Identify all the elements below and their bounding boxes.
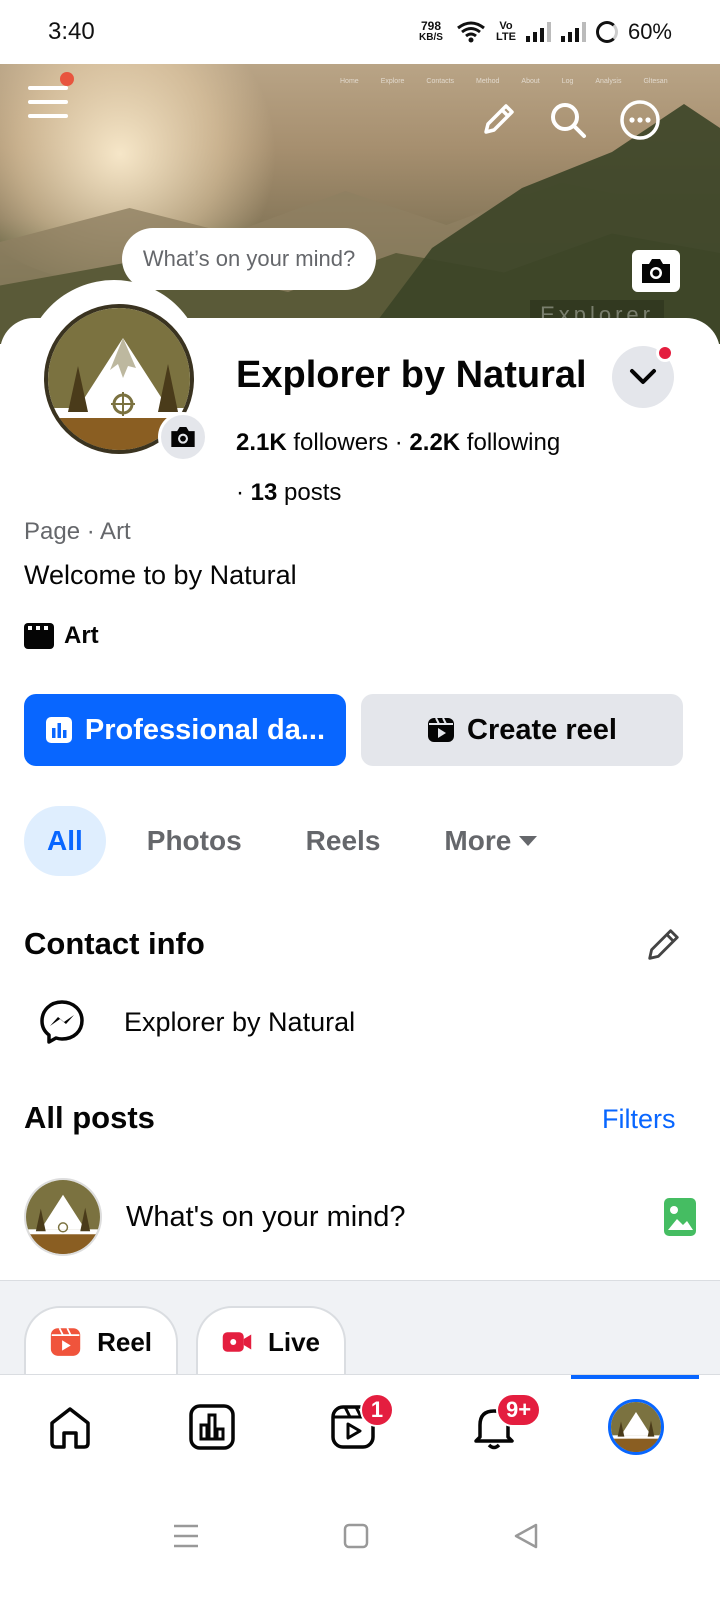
pencil-icon [648,929,679,960]
reel-chip-label: Reel [97,1326,152,1357]
professional-dashboard-label: Professional da... [84,713,326,746]
mountain-logo-icon [611,1402,661,1452]
cover-mind-bubble[interactable]: What’s on your mind? [122,228,376,290]
live-chip[interactable]: Live [196,1306,346,1376]
post-composer[interactable]: What's on your mind? [24,1178,696,1256]
page-title: Explorer by Natural [236,354,587,396]
edit-contact-button[interactable] [644,926,682,964]
caret-down-icon [519,836,538,846]
messenger-icon [40,1000,84,1044]
tab-photos[interactable]: Photos [124,806,265,876]
pencil-icon [484,104,514,134]
category-label: Art [64,622,99,649]
bottom-nav: 1 9+ [0,1374,720,1478]
status-time: 3:40 [48,18,95,45]
edit-cover-button[interactable] [476,98,520,142]
change-cover-button[interactable] [632,250,680,292]
messenger-contact-row[interactable]: Explorer by Natural [38,998,355,1046]
create-reel-button[interactable]: Create reel [361,694,683,766]
profile-avatar-small [608,1399,664,1455]
system-back-button[interactable] [506,1516,546,1556]
square-icon [343,1523,369,1549]
volte-icon: Vo LTE [495,20,516,43]
mountain-logo-icon [26,1180,100,1254]
camera-icon [642,259,670,283]
chevron-down-icon [630,369,656,384]
active-tab-indicator [571,1375,699,1379]
contact-info-heading: Contact info [24,926,205,961]
net-speed: 798 KB/S [419,19,443,43]
composer-placeholder[interactable]: What's on your mind? [126,1201,664,1234]
nav-home[interactable] [44,1401,96,1453]
reel-icon [428,717,455,742]
tab-reels[interactable]: Reels [283,806,404,876]
battery-percent: 60% [627,19,672,44]
signal-2-icon [560,22,586,42]
followers-count[interactable]: 2.1K [236,429,287,456]
menu-button[interactable] [26,80,70,124]
page-bio: Welcome to by Natural [24,560,297,590]
professional-dashboard-button[interactable]: Professional da... [24,694,346,766]
menu-lines-icon [174,1524,198,1548]
system-menu-button[interactable] [166,1516,206,1556]
reel-icon [50,1327,81,1356]
wifi-icon [457,21,485,43]
tab-more-label: More [444,825,512,856]
nav-profile[interactable] [606,1397,666,1457]
search-button[interactable] [546,98,590,142]
nav-dashboard[interactable] [186,1401,238,1453]
posts-count: 13 [250,479,278,506]
signal-1-icon [525,22,551,42]
cover-website-nav: Home Explore Contacts Method About Log A… [340,78,668,85]
filters-link[interactable]: Filters [602,1104,676,1135]
dropdown-notification-dot [656,344,674,362]
posts-label: posts [284,479,342,506]
dashboard-chart-icon [45,717,72,743]
reel-chip[interactable]: Reel [24,1306,178,1376]
change-avatar-button[interactable] [158,412,208,462]
live-chip-label: Live [267,1326,320,1357]
tab-more[interactable]: More [421,806,560,876]
following-label[interactable]: following [467,429,560,456]
system-nav-bar [0,1478,720,1600]
page-category-meta: Page · Art [24,518,131,545]
following-count[interactable]: 2.2K [409,429,460,456]
back-triangle-icon [514,1523,538,1549]
followers-label[interactable]: followers [293,429,388,456]
profile-stats: 2.1K followers · 2.2K following · 13 pos… [236,429,561,506]
more-options-button[interactable] [618,98,662,142]
camera-icon [171,427,195,447]
category-row: Art [24,622,99,650]
search-icon [551,103,586,138]
dashboard-icon [189,1404,235,1450]
home-icon [50,1407,90,1449]
tab-all[interactable]: All [24,806,106,876]
create-reel-label: Create reel [467,713,617,746]
notifications-badge: 9+ [496,1393,542,1427]
status-icons: 798 KB/S Vo LTE 60% [416,19,672,45]
photo-upload-icon[interactable] [664,1198,696,1236]
live-video-icon [222,1332,252,1352]
system-home-button[interactable] [336,1516,376,1556]
all-posts-heading: All posts [24,1100,155,1135]
status-bar: 3:40 798 KB/S Vo LTE 60% [0,0,720,64]
composer-avatar [24,1178,102,1256]
messenger-contact-name: Explorer by Natural [124,1006,356,1037]
more-dots-icon [620,100,660,140]
clapperboard-icon [24,623,54,649]
profile-tabs: All Photos Reels More [24,806,578,876]
menu-notification-dot [60,72,74,86]
battery-icon [595,21,618,43]
reels-badge: 1 [360,1393,394,1427]
